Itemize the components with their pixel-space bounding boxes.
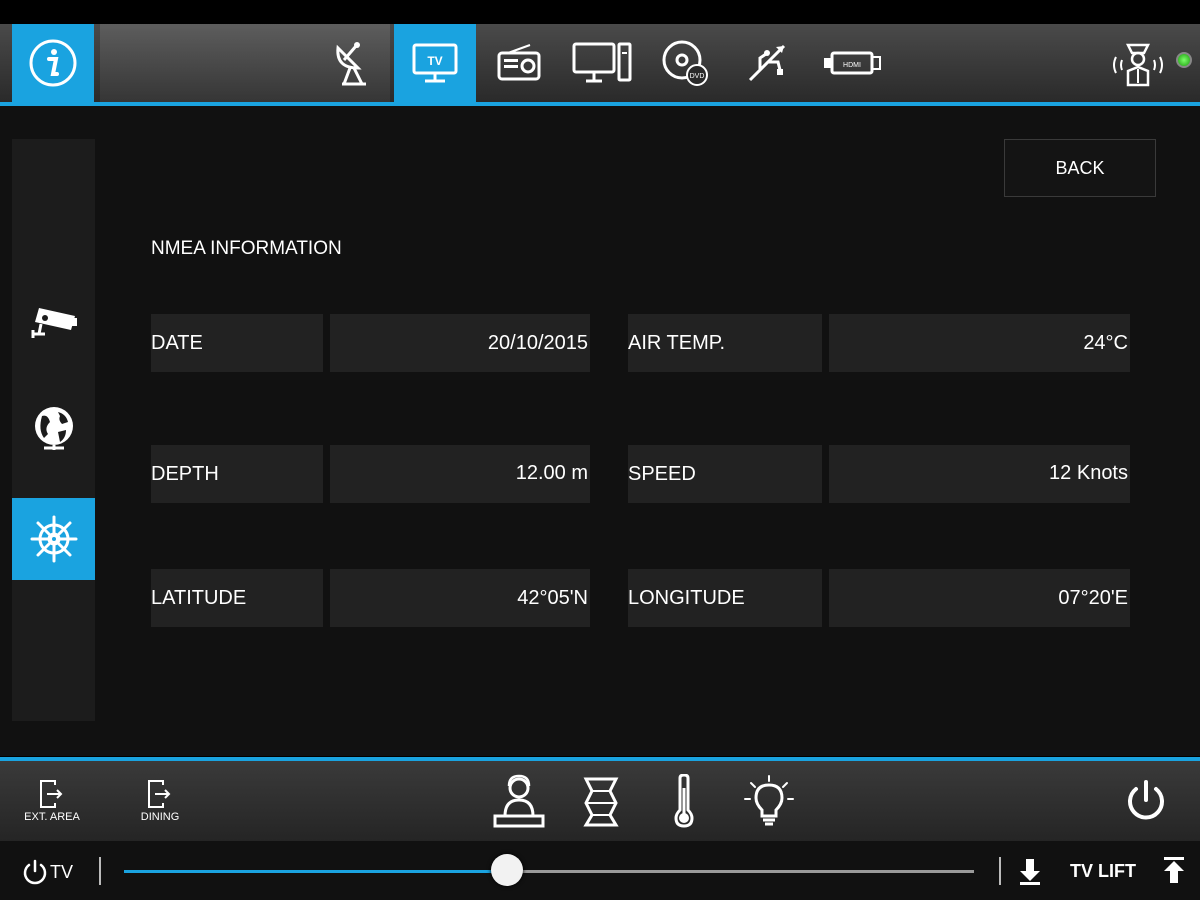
divider xyxy=(999,857,1001,885)
field-value-date: 20/10/2015 xyxy=(330,314,590,372)
service-person-icon xyxy=(1113,43,1163,87)
lightbulb-icon xyxy=(744,775,794,826)
tv-label: TV xyxy=(50,861,74,882)
reception-icon xyxy=(493,774,545,828)
dvd-badge: DVD xyxy=(690,73,705,80)
tv-lift-up-button[interactable] xyxy=(1162,857,1186,890)
field-label-longitude: LONGITUDE xyxy=(628,569,822,627)
dining-label: DINING xyxy=(140,811,180,823)
tv-control-bar: TV TV LIFT xyxy=(0,841,1200,900)
section-title: NMEA INFORMATION xyxy=(151,238,342,259)
divider xyxy=(99,857,101,885)
radio-tab[interactable] xyxy=(494,24,544,102)
bottom-bar: EXT. AREA DINING xyxy=(0,761,1200,841)
hdmi-tab[interactable]: HDMI xyxy=(820,24,884,102)
computer-tab[interactable] xyxy=(570,24,634,102)
ext-area-label: EXT. AREA xyxy=(24,811,80,823)
satellite-tab[interactable] xyxy=(322,24,382,102)
hdmi-badge: HDMI xyxy=(843,62,861,69)
sidebar-item-nmea[interactable] xyxy=(12,498,95,580)
top-navigation-bar: TV DVD HDMI xyxy=(0,24,1200,102)
ext-area-button[interactable]: EXT. AREA xyxy=(14,761,90,841)
status-led xyxy=(1176,52,1192,68)
dvd-tab[interactable]: DVD xyxy=(658,24,712,102)
field-label-air-temp: AIR TEMP. xyxy=(628,314,822,372)
back-button[interactable]: BACK xyxy=(1004,139,1156,197)
ship-wheel-icon xyxy=(30,515,77,563)
main-panel: BACK NMEA INFORMATION DATE 20/10/2015 AI… xyxy=(0,106,1200,756)
lights-button[interactable] xyxy=(740,761,798,841)
arrow-down-icon xyxy=(1020,859,1040,885)
field-value-speed: 12 Knots xyxy=(829,445,1130,503)
blinds-button[interactable] xyxy=(578,761,626,841)
sidebar-item-globe[interactable] xyxy=(12,388,95,470)
thermometer-icon xyxy=(674,774,694,828)
sidebar-item-camera[interactable] xyxy=(12,281,95,363)
sidebar xyxy=(12,139,95,721)
usb-icon xyxy=(748,44,786,82)
exit-door-icon xyxy=(40,780,63,808)
reception-button[interactable] xyxy=(490,761,548,841)
dvd-icon: DVD xyxy=(662,40,708,86)
exit-door-icon xyxy=(148,780,171,808)
temperature-button[interactable] xyxy=(664,761,704,841)
arrow-up-icon xyxy=(1164,857,1184,883)
camera-icon xyxy=(31,308,77,338)
field-label-latitude: LATITUDE xyxy=(151,569,323,627)
info-button[interactable] xyxy=(12,24,94,102)
field-label-speed: SPEED xyxy=(628,445,822,503)
dining-button[interactable]: DINING xyxy=(130,761,190,841)
computer-icon xyxy=(572,42,632,83)
satellite-icon xyxy=(336,42,366,86)
tv-power-button[interactable]: TV xyxy=(22,859,73,885)
field-label-depth: DEPTH xyxy=(151,445,323,503)
apple-tv-badge: TV xyxy=(427,54,442,68)
globe-icon xyxy=(34,407,73,450)
service-tab[interactable] xyxy=(1108,24,1168,102)
apple-tv-icon: TV xyxy=(412,43,458,83)
field-value-longitude: 07°20'E xyxy=(829,569,1130,627)
tv-lift-label: TV LIFT xyxy=(1070,861,1136,881)
field-value-air-temp: 24°C xyxy=(829,314,1130,372)
tv-slider-fill xyxy=(124,870,507,873)
power-icon xyxy=(1128,780,1164,820)
info-icon xyxy=(29,39,77,87)
tv-slider-knob[interactable] xyxy=(490,854,523,886)
apple-tv-tab[interactable]: TV xyxy=(394,24,476,102)
hdmi-icon: HDMI xyxy=(824,51,881,75)
tv-lift-down-button[interactable] xyxy=(1018,857,1042,890)
field-value-depth: 12.00 m xyxy=(330,445,590,503)
blinds-icon xyxy=(583,777,619,827)
field-value-latitude: 42°05'N xyxy=(330,569,590,627)
power-icon xyxy=(23,859,47,885)
power-button[interactable] xyxy=(1118,761,1174,841)
field-label-date: DATE xyxy=(151,314,323,372)
usb-tab[interactable] xyxy=(742,24,792,102)
radio-icon xyxy=(497,44,541,81)
